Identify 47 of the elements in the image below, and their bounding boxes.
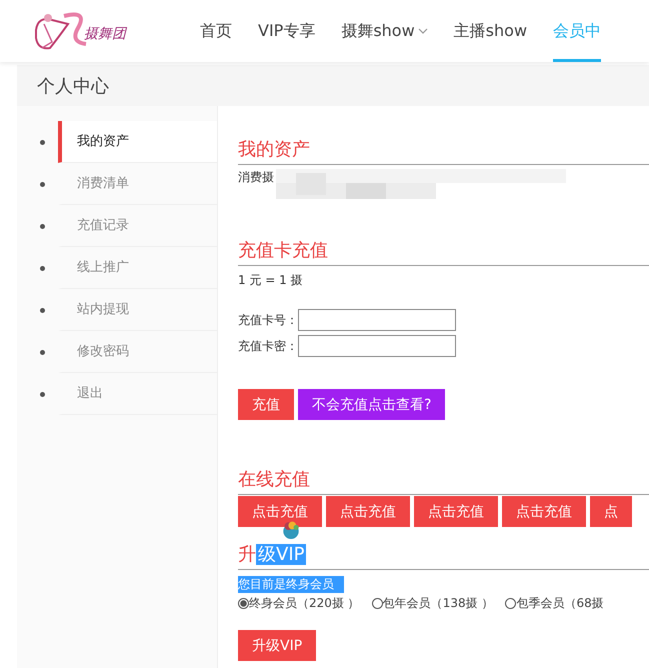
nav-link[interactable]: 首页 (200, 0, 232, 62)
recharge-button[interactable]: 充值 (238, 389, 294, 420)
bullet-icon (40, 182, 45, 186)
section-title: 充值卡充值 (238, 237, 649, 266)
option-label: 包季会员（68摄 (516, 595, 604, 612)
nav-link[interactable]: VIP专享 (258, 0, 316, 62)
nav-link[interactable]: 会员中 (553, 0, 602, 62)
option-label: 终身会员（220摄 ） (249, 595, 360, 612)
recharge-button[interactable]: 点击充值 (326, 496, 410, 527)
bullet-icon (40, 350, 45, 354)
field-label: 充值卡密： (238, 338, 298, 354)
recharge-button[interactable]: 点击充值 (502, 496, 586, 527)
nav-link[interactable]: 摄舞show (341, 0, 428, 62)
upgrade-button[interactable]: 升级VIP (238, 630, 316, 661)
page-title: 个人中心 (37, 74, 109, 98)
exchange-rate: 1 元 = 1 摄 (238, 272, 304, 289)
bullet-icon (40, 392, 45, 396)
sidebar-item[interactable]: 退出 (58, 373, 217, 415)
logo-text: 摄舞团 (84, 25, 126, 43)
sidebar-item[interactable]: 我的资产 (58, 121, 217, 163)
section-title: 在线充值 (238, 466, 649, 495)
recharge-button[interactable]: 点击充值 (238, 496, 322, 527)
sidebar-item[interactable]: 消费清单 (58, 163, 217, 205)
radio-button[interactable] (238, 598, 249, 609)
radio-button[interactable] (372, 598, 383, 609)
bullet-icon (40, 224, 45, 228)
help-button[interactable]: 不会充值点击查看? (298, 389, 446, 420)
balance-label: 消费摄 (238, 169, 274, 186)
membership-status: 您目前是终身会员 (238, 576, 344, 593)
bullet-icon (40, 266, 45, 270)
ball-icon (282, 521, 300, 539)
option-label: 包年会员（138摄 ） (382, 595, 494, 612)
sidebar-item[interactable]: 修改密码 (58, 331, 217, 373)
input-field[interactable] (298, 335, 456, 357)
field-label: 充值卡号： (238, 312, 298, 328)
input-field[interactable] (298, 309, 456, 331)
radio-button[interactable] (505, 598, 516, 609)
sidebar-item[interactable]: 站内提现 (58, 289, 217, 331)
sidebar-item[interactable]: 充值记录 (58, 205, 217, 247)
recharge-button[interactable]: 点 (590, 496, 632, 527)
section-title: 我的资产 (238, 136, 649, 165)
bullet-icon (40, 140, 45, 144)
recharge-button[interactable]: 点击充值 (414, 496, 498, 527)
bullet-icon (40, 308, 45, 312)
section-title: 升级VIP (238, 541, 649, 570)
sidebar-item[interactable]: 线上推广 (58, 247, 217, 289)
nav-link[interactable]: 主播show (454, 0, 528, 62)
